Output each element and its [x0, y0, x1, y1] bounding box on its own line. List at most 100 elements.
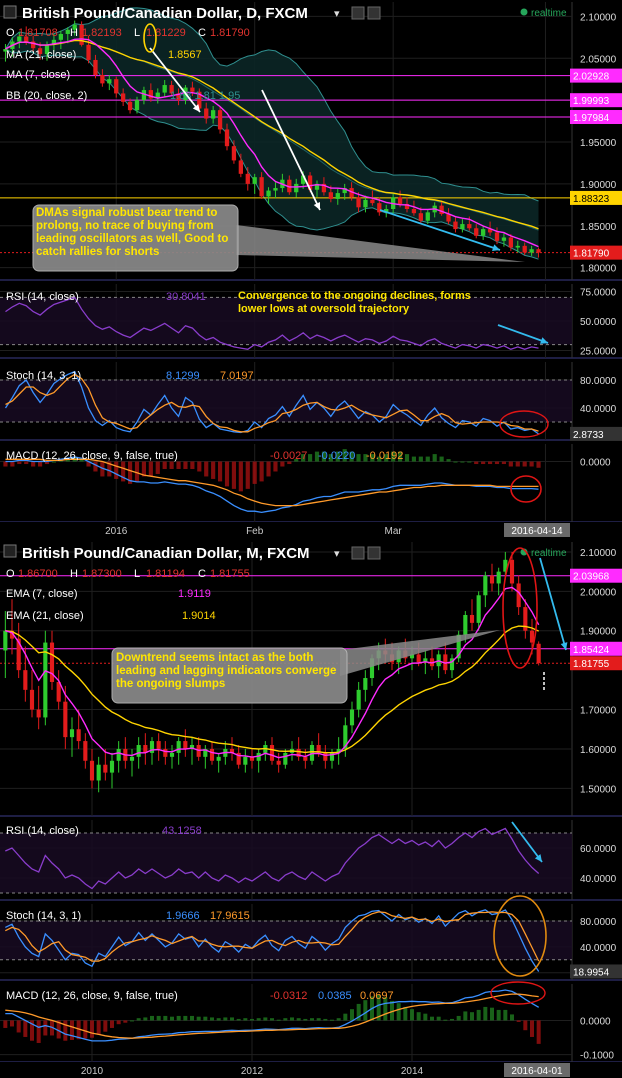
daily-macd-title[interactable]: MACD (12, 26, close, 9, false, true) — [6, 450, 178, 462]
candle-body — [163, 748, 168, 757]
candle-body — [209, 748, 215, 761]
candle-body — [134, 100, 140, 111]
macd-histogram-bar — [176, 461, 181, 469]
title-dropdown-icon[interactable]: ▾ — [334, 548, 340, 560]
macd-histogram-bar — [23, 1020, 28, 1037]
ema21-legend-label[interactable]: EMA (21, close) — [6, 610, 84, 622]
candle-body — [43, 642, 48, 718]
macd-histogram-bar — [470, 1012, 474, 1021]
macd-histogram-bar — [316, 1018, 321, 1021]
candle-body — [509, 559, 515, 584]
symbol-toggle-icon[interactable] — [3, 544, 17, 558]
macd-histogram-bar — [418, 456, 423, 462]
settings-icon[interactable] — [351, 6, 365, 20]
monthly-stoch-panel[interactable]: 80.000040.00000.000018.9954 — [0, 904, 622, 981]
ma7-legend-label[interactable]: MA (7, close) — [6, 69, 70, 81]
close-series-icon[interactable] — [367, 6, 381, 20]
price-level-tag: 1.81790 — [573, 249, 610, 260]
candle-body — [259, 177, 264, 197]
candle-body — [508, 237, 513, 248]
ohlc-c-label: C — [198, 27, 206, 39]
rsi-annotation-text: Convergence to the ongoing declines, for… — [238, 290, 471, 315]
macd-histogram-bar — [308, 454, 313, 462]
candle-body — [86, 44, 91, 60]
daily-time-axis[interactable]: 2016FebMarApr2016-04-14 — [0, 522, 622, 540]
ohlc-c-label: C — [198, 568, 206, 580]
candle-body — [169, 752, 175, 757]
candle-body — [109, 760, 115, 773]
daily-stoch-d-value: 7.0197 — [220, 370, 254, 382]
macd-histogram-bar — [190, 1015, 194, 1021]
daily-stoch-title[interactable]: Stoch (14, 3, 1) — [6, 370, 81, 382]
macd-histogram-bar — [266, 461, 271, 477]
indicator-tick-label: 60.0000 — [580, 844, 617, 855]
daily-rsi-title[interactable]: RSI (14, close) — [6, 291, 79, 303]
candle-body — [469, 614, 475, 623]
macd-histogram-bar — [93, 461, 98, 472]
macd-histogram-bar — [296, 1018, 301, 1021]
macd-histogram-bar — [70, 1020, 74, 1040]
chart-canvas: 2.10000 2.05000 2.00000 1.95000 1.90000 1.850… — [0, 0, 622, 1078]
realtime-label: realtime — [531, 8, 567, 19]
macd-histogram-bar — [236, 1018, 241, 1021]
candle-body — [252, 177, 257, 184]
macd-histogram-bar — [423, 1013, 428, 1021]
macd-histogram-bar — [536, 1020, 541, 1044]
daily-stoch-panel[interactable]: 80.0000 40.0000 2.8733 — [0, 362, 622, 441]
candle-body — [481, 229, 486, 236]
candle-body — [36, 709, 41, 718]
indicator-tick-label: -0.1000 — [580, 1051, 614, 1062]
symbol-toggle-icon[interactable] — [3, 5, 17, 19]
candle-body — [323, 752, 328, 761]
daily-chart-title[interactable]: British Pound/Canadian Dollar, D, FXCM — [22, 5, 308, 22]
monthly-macd-v3: 0.0697 — [360, 990, 394, 1002]
macd-histogram-bar — [83, 1020, 88, 1039]
settings-icon[interactable] — [351, 546, 365, 560]
ema7-legend-label[interactable]: EMA (7, close) — [6, 588, 78, 600]
macd-histogram-bar — [134, 461, 140, 482]
bb-legend-value: 1.88 1.81 1.95 — [170, 90, 240, 102]
price-tick-label: 2.10000 — [580, 12, 617, 23]
title-dropdown-icon[interactable]: ▾ — [334, 8, 340, 20]
price-tick-label: 2.10000 — [580, 548, 617, 559]
monthly-time-axis[interactable]: 2010 2012 2014 2016-04-01 — [0, 1062, 622, 1078]
daily-stoch-k-value: 8.1299 — [166, 370, 200, 382]
monthly-macd-title[interactable]: MACD (12, 26, close, 9, false, true) — [6, 990, 178, 1002]
candle-body — [89, 760, 95, 781]
macd-histogram-bar — [211, 461, 216, 479]
macd-histogram-bar — [123, 1020, 128, 1023]
candle-body — [100, 75, 105, 84]
candle-body — [3, 630, 8, 651]
ma21-legend-label[interactable]: MA (21, close) — [6, 49, 76, 61]
candle-body — [269, 745, 275, 761]
macd-histogram-bar — [536, 461, 541, 468]
monthly-annotation-text-wrap: Downtrend seems intact as the both leadi… — [116, 652, 336, 690]
price-tick-label: 1.85000 — [580, 222, 617, 233]
candle-body — [425, 212, 430, 221]
monthly-chart-title[interactable]: British Pound/Canadian Dollar, M, FXCM — [22, 545, 310, 562]
daily-annotation-text: DMAs signal robust bear trend to prolong… — [36, 207, 229, 258]
monthly-rsi-panel[interactable]: 60.0000 40.0000 — [0, 820, 622, 901]
candle-body — [23, 670, 28, 690]
indicator-tick-label: 80.0000 — [580, 376, 617, 387]
rsi-annotation-wrap: Convergence to the ongoing declines, for… — [238, 290, 471, 315]
candle-body — [483, 575, 488, 596]
macd-histogram-bar — [283, 1018, 288, 1021]
candle-body — [494, 232, 500, 241]
monthly-stoch-title[interactable]: Stoch (14, 3, 1) — [6, 910, 81, 922]
price-tick-label: 1.50000 — [580, 784, 617, 795]
candle-body — [370, 199, 375, 204]
monthly-rsi-title[interactable]: RSI (14, close) — [6, 825, 79, 837]
macd-histogram-bar — [110, 1020, 114, 1028]
candle-body — [96, 764, 101, 781]
macd-histogram-bar — [474, 461, 479, 465]
macd-histogram-bar — [501, 461, 506, 465]
price-tick-label: 1.80000 — [580, 264, 617, 275]
macd-histogram-bar — [481, 461, 486, 465]
close-series-icon[interactable] — [367, 546, 381, 560]
candle-body — [303, 756, 308, 761]
indicator-tick-label: 25.0000 — [580, 346, 617, 357]
bb-legend-label[interactable]: BB (20, close, 2) — [6, 90, 87, 102]
ohlc-o-label: O — [6, 27, 15, 39]
daily-macd-v2: -0.0220 — [318, 450, 355, 462]
